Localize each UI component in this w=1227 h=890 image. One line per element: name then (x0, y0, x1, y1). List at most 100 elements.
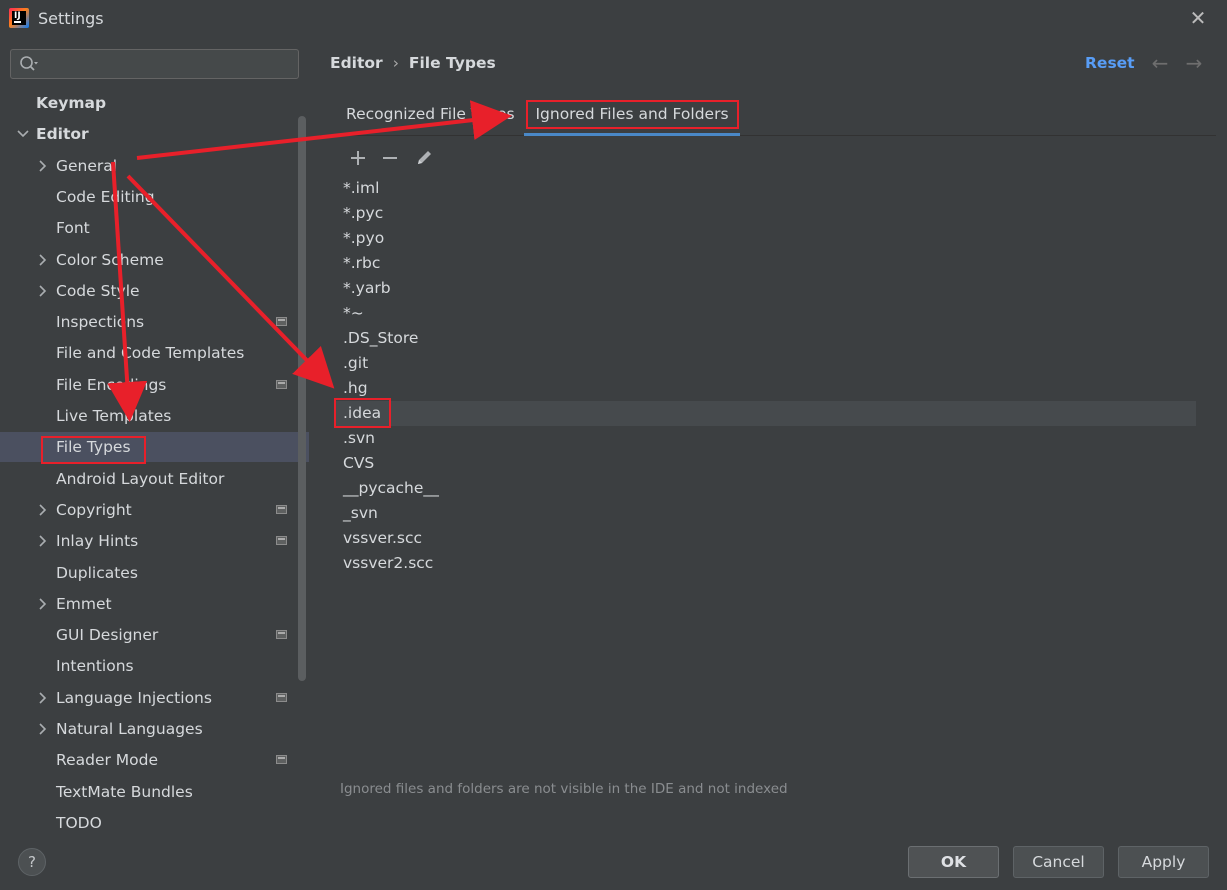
sidebar-item-textmate-bundles[interactable]: TextMate Bundles (0, 777, 309, 807)
sidebar-item-color-scheme[interactable]: Color Scheme (0, 245, 309, 275)
breadcrumb-separator: › (392, 54, 399, 72)
sidebar-item-code-editing[interactable]: Code Editing (0, 182, 309, 212)
list-item-text: CVS (343, 454, 375, 472)
list-item-text: __pycache__ (343, 479, 439, 497)
project-level-icon (276, 317, 287, 326)
sidebar-item-editor[interactable]: Editor (0, 119, 309, 149)
plus-icon[interactable] (344, 144, 372, 172)
sidebar-item-label: File and Code Templates (56, 344, 245, 362)
sidebar-item-label: TODO (56, 814, 102, 832)
sidebar-item-label: Intentions (56, 657, 134, 675)
project-level-icon (276, 755, 287, 764)
close-icon[interactable]: ✕ (1188, 6, 1208, 30)
sidebar-item-label: Keymap (36, 94, 107, 112)
sidebar-item-label: TextMate Bundles (56, 783, 193, 801)
sidebar-item-todo[interactable]: TODO (0, 808, 309, 838)
sidebar-item-label: Code Editing (56, 188, 155, 206)
sidebar-scrollbar[interactable] (298, 116, 306, 681)
sidebar-item-code-style[interactable]: Code Style (0, 276, 309, 306)
list-item-text: .DS_Store (343, 329, 419, 347)
list-item[interactable]: .idea (335, 401, 1196, 426)
list-item[interactable]: vssver.scc (335, 526, 1196, 551)
sidebar-item-label: General (56, 157, 118, 175)
sidebar-item-inlay-hints[interactable]: Inlay Hints (0, 526, 309, 556)
sidebar-item-gui-designer[interactable]: GUI Designer (0, 620, 309, 650)
list-item-text: _svn (343, 504, 378, 522)
sidebar-item-emmet[interactable]: Emmet (0, 589, 309, 619)
sidebar-item-label: Emmet (56, 595, 112, 613)
chevron-right-icon[interactable] (36, 714, 50, 744)
minus-icon[interactable] (376, 144, 404, 172)
sidebar-item-intentions[interactable]: Intentions (0, 651, 309, 681)
chevron-right-icon[interactable] (36, 526, 50, 556)
sidebar-item-label: Inspections (56, 313, 145, 331)
list-item-text: .svn (343, 429, 375, 447)
apply-button[interactable]: Apply (1118, 846, 1209, 878)
sidebar-item-font[interactable]: Font (0, 213, 309, 243)
forward-arrow-icon[interactable]: → (1183, 52, 1205, 74)
sidebar-item-label: Duplicates (56, 564, 138, 582)
list-item[interactable]: *.pyo (335, 226, 1196, 251)
list-item[interactable]: *.yarb (335, 276, 1196, 301)
list-item[interactable]: CVS (335, 451, 1196, 476)
sidebar-item-duplicates[interactable]: Duplicates (0, 558, 309, 588)
list-item[interactable]: _svn (335, 501, 1196, 526)
list-item[interactable]: .git (335, 351, 1196, 376)
sidebar-item-label: File Encodings (56, 376, 167, 394)
chevron-right-icon[interactable] (36, 495, 50, 525)
sidebar-item-label: Font (56, 219, 90, 237)
cancel-button[interactable]: Cancel (1013, 846, 1104, 878)
chevron-right-icon[interactable] (36, 683, 50, 713)
ignored-patterns-list[interactable]: *.iml *.pyc *.pyo *.rbc *.yarb *~ .DS_Store .gi… (335, 176, 1196, 576)
reset-link[interactable]: Reset (1085, 54, 1135, 72)
ok-button[interactable]: OK (908, 846, 999, 878)
list-item[interactable]: *.rbc (335, 251, 1196, 276)
settings-search-input[interactable] (10, 49, 299, 79)
list-item[interactable]: vssver2.scc (335, 551, 1196, 576)
list-item-text: vssver2.scc (343, 554, 434, 572)
project-level-icon (276, 536, 287, 545)
pencil-icon[interactable] (410, 144, 438, 172)
chevron-down-icon[interactable] (16, 119, 30, 149)
list-item[interactable]: __pycache__ (335, 476, 1196, 501)
list-item[interactable]: .DS_Store (335, 326, 1196, 351)
tab-ignored-files-and-folders[interactable]: Ignored Files and Folders (524, 96, 740, 136)
help-button[interactable]: ? (18, 848, 46, 876)
title-bar: IJ Settings ✕ (0, 0, 1227, 38)
list-item-text: .git (343, 354, 369, 372)
sidebar-item-file-types[interactable]: File Types (0, 432, 309, 462)
list-item[interactable]: .hg (335, 376, 1196, 401)
chevron-right-icon[interactable] (36, 589, 50, 619)
sidebar-item-label: Android Layout Editor (56, 470, 225, 488)
sidebar-item-file-encodings[interactable]: File Encodings (0, 370, 309, 400)
breadcrumb: Editor › File Types (330, 54, 496, 72)
sidebar-item-android-layout-editor[interactable]: Android Layout Editor (0, 464, 309, 494)
sidebar-item-label: Code Style (56, 282, 140, 300)
tab-recognized-file-types[interactable]: Recognized File Types (346, 96, 515, 136)
sidebar-item-label: Editor (36, 125, 89, 143)
sidebar-item-copyright[interactable]: Copyright (0, 495, 309, 525)
list-item[interactable]: *.pyc (335, 201, 1196, 226)
sidebar-item-inspections[interactable]: Inspections (0, 307, 309, 337)
sidebar-item-general[interactable]: General (0, 151, 309, 181)
sidebar-item-reader-mode[interactable]: Reader Mode (0, 745, 309, 775)
chevron-right-icon[interactable] (36, 245, 50, 275)
sidebar-item-file-and-code-templates[interactable]: File and Code Templates (0, 338, 309, 368)
list-item-text: *.rbc (343, 254, 381, 272)
list-item[interactable]: *.iml (335, 176, 1196, 201)
sidebar-item-natural-languages[interactable]: Natural Languages (0, 714, 309, 744)
chevron-right-icon[interactable] (36, 276, 50, 306)
sidebar-item-live-templates[interactable]: Live Templates (0, 401, 309, 431)
project-level-icon (276, 505, 287, 514)
chevron-right-icon[interactable] (36, 151, 50, 181)
settings-tree: Keymap Editor General Code Editing Font Color… (0, 88, 309, 838)
list-item-text: *.pyc (343, 204, 384, 222)
sidebar-item-keymap[interactable]: Keymap (0, 88, 309, 118)
list-item[interactable]: *~ (335, 301, 1196, 326)
breadcrumb-parent[interactable]: Editor (330, 54, 383, 72)
sidebar-item-label: Color Scheme (56, 251, 164, 269)
sidebar-item-label: Inlay Hints (56, 532, 139, 550)
back-arrow-icon[interactable]: ← (1149, 52, 1171, 74)
sidebar-item-language-injections[interactable]: Language Injections (0, 683, 309, 713)
list-item[interactable]: .svn (335, 426, 1196, 451)
